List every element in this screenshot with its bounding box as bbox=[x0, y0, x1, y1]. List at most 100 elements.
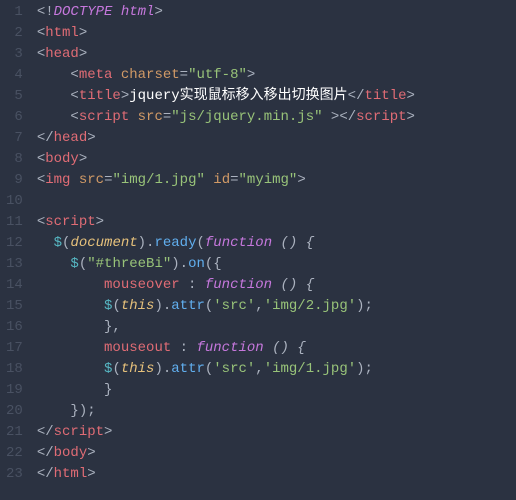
token: </ bbox=[37, 424, 54, 440]
token: } bbox=[37, 382, 113, 398]
code-line[interactable]: <title>jquery实现鼠标移入移出切换图片</title> bbox=[37, 86, 516, 107]
line-number: 19 bbox=[6, 380, 23, 401]
token: }, bbox=[37, 319, 121, 335]
token: script bbox=[79, 109, 129, 125]
token: </ bbox=[37, 445, 54, 461]
code-line[interactable]: </script> bbox=[37, 422, 516, 443]
line-number: 8 bbox=[6, 149, 23, 170]
token: $ bbox=[70, 256, 78, 272]
token: body bbox=[45, 151, 79, 167]
token: "utf-8" bbox=[188, 67, 247, 83]
token: > bbox=[79, 25, 87, 41]
token: > bbox=[407, 88, 415, 104]
line-number: 6 bbox=[6, 107, 23, 128]
token: attr bbox=[171, 298, 205, 314]
token bbox=[37, 256, 71, 272]
token: < bbox=[37, 109, 79, 125]
token: head bbox=[54, 130, 88, 146]
token: head bbox=[45, 46, 79, 62]
token: document bbox=[70, 235, 137, 251]
code-line[interactable]: }); bbox=[37, 401, 516, 422]
line-number: 10 bbox=[6, 191, 23, 212]
line-number: 9 bbox=[6, 170, 23, 191]
code-line[interactable]: mouseover : function () { bbox=[37, 275, 516, 296]
token: </ bbox=[348, 88, 365, 104]
token: attr bbox=[171, 361, 205, 377]
token: > bbox=[121, 88, 129, 104]
line-number: 5 bbox=[6, 86, 23, 107]
token: jquery实现鼠标移入移出切换图片 bbox=[129, 88, 347, 104]
token bbox=[37, 340, 104, 356]
code-line[interactable]: mouseout : function () { bbox=[37, 338, 516, 359]
token: = bbox=[180, 67, 188, 83]
code-line[interactable] bbox=[37, 191, 516, 212]
token: ). bbox=[138, 235, 155, 251]
code-line[interactable]: $(this).attr('src','img/2.jpg'); bbox=[37, 296, 516, 317]
token: > bbox=[407, 109, 415, 125]
token: : bbox=[180, 277, 205, 293]
token: script bbox=[45, 214, 95, 230]
token: DOCTYPE html bbox=[54, 4, 155, 20]
token: "js/jquery.min.js" bbox=[171, 109, 322, 125]
token: $ bbox=[54, 235, 62, 251]
code-line[interactable]: <html> bbox=[37, 23, 516, 44]
token: < bbox=[37, 88, 79, 104]
token bbox=[37, 235, 54, 251]
token: ). bbox=[154, 361, 171, 377]
line-number: 12 bbox=[6, 233, 23, 254]
line-number: 13 bbox=[6, 254, 23, 275]
line-number: 11 bbox=[6, 212, 23, 233]
token: "#threeBi" bbox=[87, 256, 171, 272]
code-line[interactable]: <head> bbox=[37, 44, 516, 65]
token: < bbox=[37, 46, 45, 62]
code-line[interactable]: $(this).attr('src','img/1.jpg'); bbox=[37, 359, 516, 380]
token: 'src' bbox=[213, 298, 255, 314]
code-line[interactable]: </body> bbox=[37, 443, 516, 464]
token: "myimg" bbox=[239, 172, 298, 188]
token: 'src' bbox=[213, 361, 255, 377]
token: < bbox=[37, 214, 45, 230]
token: meta bbox=[79, 67, 113, 83]
code-line[interactable]: } bbox=[37, 380, 516, 401]
token: > bbox=[79, 46, 87, 62]
code-line[interactable]: }, bbox=[37, 317, 516, 338]
line-number: 7 bbox=[6, 128, 23, 149]
token: 'img/1.jpg' bbox=[264, 361, 356, 377]
token: > bbox=[104, 424, 112, 440]
line-number: 14 bbox=[6, 275, 23, 296]
code-line[interactable]: <body> bbox=[37, 149, 516, 170]
line-number: 4 bbox=[6, 65, 23, 86]
code-line[interactable]: </html> bbox=[37, 464, 516, 485]
code-line[interactable]: <img src="img/1.jpg" id="myimg"> bbox=[37, 170, 516, 191]
token: mouseout bbox=[104, 340, 171, 356]
token bbox=[37, 298, 104, 314]
line-number: 16 bbox=[6, 317, 23, 338]
token: function bbox=[205, 235, 272, 251]
code-line[interactable]: $("#threeBi").on({ bbox=[37, 254, 516, 275]
token: title bbox=[364, 88, 406, 104]
line-number: 2 bbox=[6, 23, 23, 44]
token: > bbox=[79, 151, 87, 167]
code-area[interactable]: <!DOCTYPE html><html><head> <meta charse… bbox=[33, 0, 516, 500]
code-line[interactable]: <script> bbox=[37, 212, 516, 233]
code-line[interactable]: </head> bbox=[37, 128, 516, 149]
token: 'img/2.jpg' bbox=[264, 298, 356, 314]
token: < bbox=[37, 67, 79, 83]
code-line[interactable]: <!DOCTYPE html> bbox=[37, 2, 516, 23]
token bbox=[112, 67, 120, 83]
token: script bbox=[356, 109, 406, 125]
token: : bbox=[171, 340, 196, 356]
line-number: 1 bbox=[6, 2, 23, 23]
code-line[interactable]: <meta charset="utf-8"> bbox=[37, 65, 516, 86]
token: }); bbox=[37, 403, 96, 419]
token: ); bbox=[356, 361, 373, 377]
code-editor[interactable]: 1234567891011121314151617181920212223 <!… bbox=[0, 0, 516, 500]
token: html bbox=[45, 25, 79, 41]
code-line[interactable]: $(document).ready(function () { bbox=[37, 233, 516, 254]
token: > bbox=[297, 172, 305, 188]
token: ( bbox=[112, 361, 120, 377]
token: ( bbox=[196, 235, 204, 251]
token: title bbox=[79, 88, 121, 104]
code-line[interactable]: <script src="js/jquery.min.js" ></script… bbox=[37, 107, 516, 128]
line-number: 20 bbox=[6, 401, 23, 422]
